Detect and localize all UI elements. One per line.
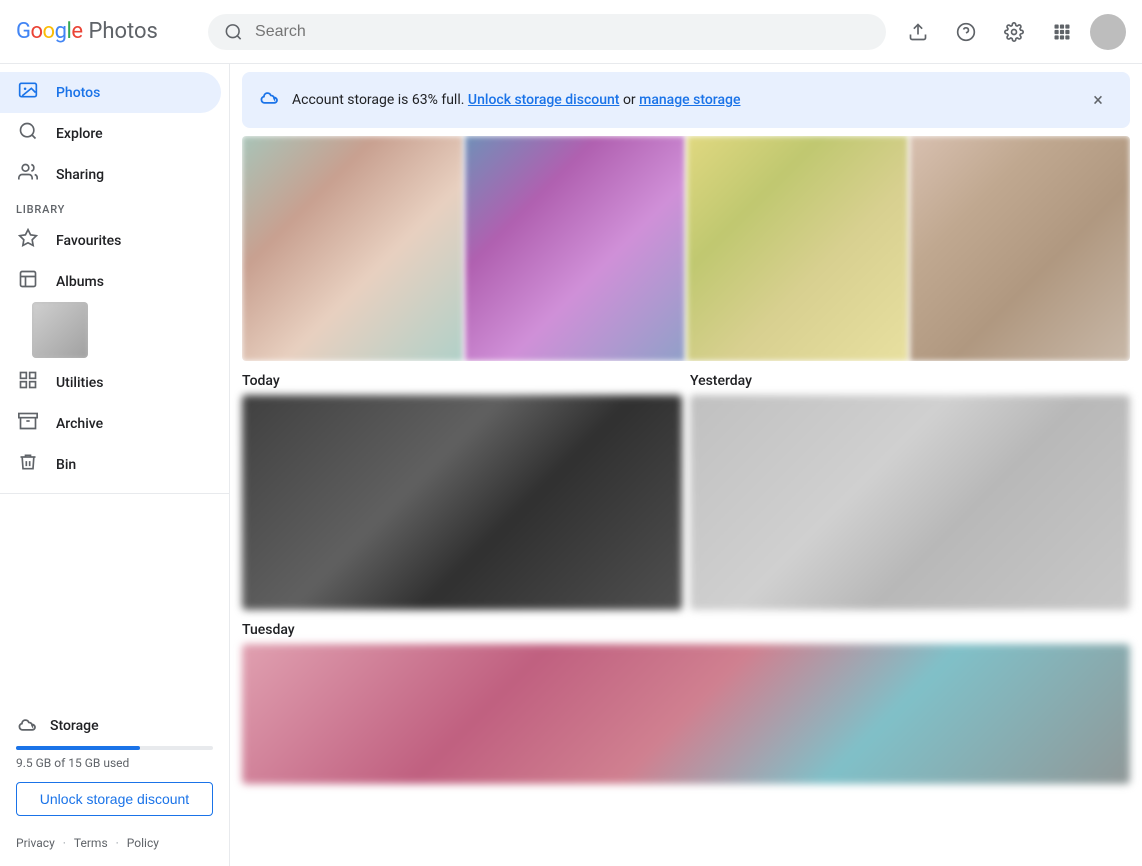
content-area: Account storage is 63% full. Unlock stor… xyxy=(230,64,1142,866)
hero-photo-4[interactable] xyxy=(910,136,1131,361)
terms-link[interactable]: Terms xyxy=(74,836,108,850)
photos-icon xyxy=(16,80,40,105)
storage-bar xyxy=(16,746,213,750)
settings-button[interactable] xyxy=(994,12,1034,52)
explore-icon xyxy=(16,121,40,146)
storage-bar-fill xyxy=(16,746,140,750)
storage-section: Storage 9.5 GB of 15 GB used Unlock stor… xyxy=(0,702,229,828)
banner-message: Account storage is 63% full. Unlock stor… xyxy=(292,92,1070,108)
archive-icon xyxy=(16,411,40,436)
storage-used-text: 9.5 GB of 15 GB used xyxy=(16,756,213,770)
sidebar: Photos Explore Sharing LIBRARY Favourite… xyxy=(0,64,230,866)
sidebar-archive-label: Archive xyxy=(56,416,103,432)
banner-unlock-link[interactable]: Unlock storage discount xyxy=(468,92,620,108)
apps-button[interactable] xyxy=(1042,12,1082,52)
storage-cloud-icon xyxy=(16,714,38,738)
banner-cloud-icon xyxy=(258,90,280,111)
library-section-label: LIBRARY xyxy=(0,195,229,220)
bin-icon xyxy=(16,452,40,477)
logo-area: Google Photos xyxy=(16,19,196,44)
unlock-storage-button[interactable]: Unlock storage discount xyxy=(16,782,213,816)
footer-links: Privacy · Terms · Policy xyxy=(0,828,229,858)
privacy-link[interactable]: Privacy xyxy=(16,836,55,850)
google-logo: Google xyxy=(16,19,82,44)
banner-message-text: Account storage is 63% full. xyxy=(292,92,464,108)
albums-icon xyxy=(16,269,40,294)
hero-photo-2[interactable] xyxy=(465,136,686,361)
tuesday-photo[interactable] xyxy=(242,644,1130,784)
today-label: Today xyxy=(242,365,682,395)
storage-label: Storage xyxy=(50,718,99,734)
storage-header: Storage xyxy=(16,714,213,738)
photos-logo-text: Photos xyxy=(88,19,157,44)
search-bar[interactable] xyxy=(208,14,886,50)
policy-link[interactable]: Policy xyxy=(127,836,159,850)
yesterday-photo[interactable] xyxy=(690,395,1130,610)
upload-button[interactable] xyxy=(898,12,938,52)
sidebar-item-favourites[interactable]: Favourites xyxy=(0,220,221,261)
banner-close-button[interactable]: × xyxy=(1082,84,1114,116)
banner-or: or xyxy=(623,92,639,108)
sidebar-albums-label: Albums xyxy=(56,274,104,290)
sidebar-item-albums[interactable]: Albums xyxy=(0,261,221,302)
favourites-icon xyxy=(16,228,40,253)
sidebar-item-archive[interactable]: Archive xyxy=(0,403,221,444)
sidebar-explore-label: Explore xyxy=(56,126,103,142)
yesterday-column: Yesterday xyxy=(690,365,1130,610)
sidebar-sharing-label: Sharing xyxy=(56,167,104,183)
album-thumbnail[interactable] xyxy=(32,302,88,358)
yesterday-label: Yesterday xyxy=(690,365,1130,395)
sidebar-item-photos[interactable]: Photos xyxy=(0,72,221,113)
sidebar-item-sharing[interactable]: Sharing xyxy=(0,154,221,195)
today-yesterday-row: Today Yesterday xyxy=(230,365,1142,610)
hero-photo-3[interactable] xyxy=(687,136,908,361)
sidebar-photos-label: Photos xyxy=(56,85,100,101)
today-photo[interactable] xyxy=(242,395,682,610)
search-icon xyxy=(224,22,243,42)
sidebar-utilities-label: Utilities xyxy=(56,375,103,391)
storage-banner: Account storage is 63% full. Unlock stor… xyxy=(242,72,1130,128)
tuesday-label: Tuesday xyxy=(242,610,1130,644)
sidebar-item-explore[interactable]: Explore xyxy=(0,113,221,154)
sidebar-item-bin[interactable]: Bin xyxy=(0,444,221,485)
sidebar-item-utilities[interactable]: Utilities xyxy=(0,362,221,403)
tuesday-section: Tuesday xyxy=(230,610,1142,784)
app-header: Google Photos xyxy=(0,0,1142,64)
search-input[interactable] xyxy=(255,23,870,41)
hero-photo-strip xyxy=(242,136,1130,361)
utilities-icon xyxy=(16,370,40,395)
help-button[interactable] xyxy=(946,12,986,52)
sidebar-favourites-label: Favourites xyxy=(56,233,121,249)
main-layout: Photos Explore Sharing LIBRARY Favourite… xyxy=(0,64,1142,866)
sharing-icon xyxy=(16,162,40,187)
banner-manage-link[interactable]: manage storage xyxy=(639,92,740,108)
album-thumb-image xyxy=(32,302,88,358)
avatar[interactable] xyxy=(1090,14,1126,50)
hero-photo-1[interactable] xyxy=(242,136,463,361)
sidebar-divider xyxy=(0,493,229,494)
sidebar-bin-label: Bin xyxy=(56,457,76,473)
today-column: Today xyxy=(242,365,682,610)
header-actions xyxy=(898,12,1126,52)
